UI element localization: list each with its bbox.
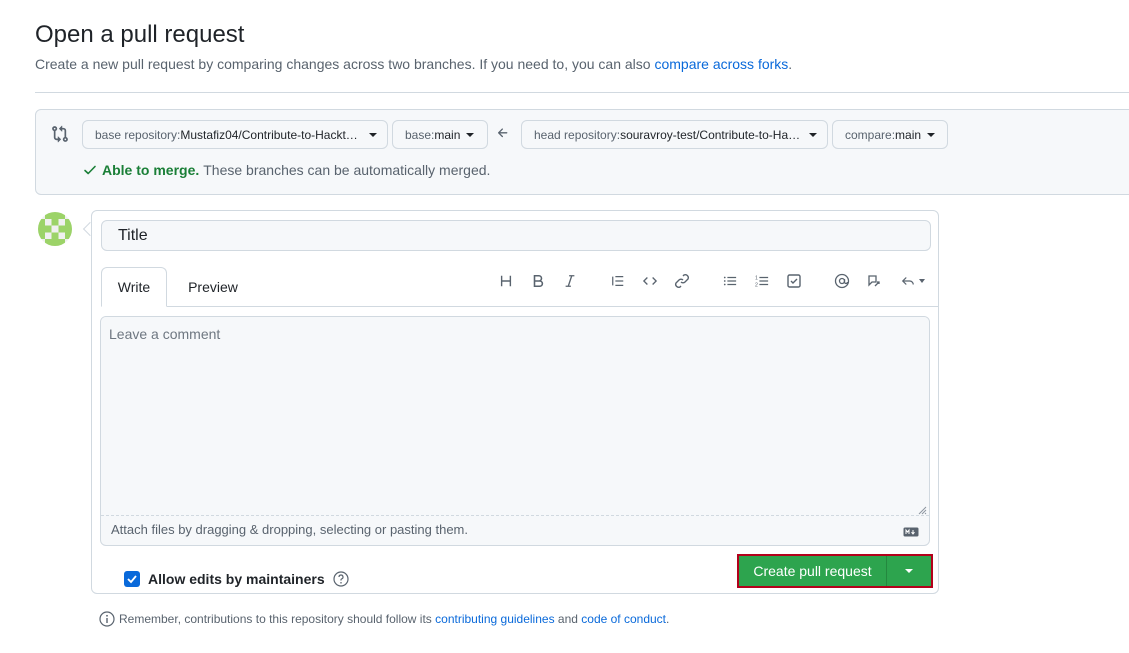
tab-preview[interactable]: Preview	[176, 267, 250, 307]
contribution-note: Remember, contributions to this reposito…	[99, 611, 669, 627]
caret-down-icon	[918, 279, 925, 283]
caret-down-icon	[905, 569, 913, 573]
avatar[interactable]	[38, 212, 72, 246]
page-subtitle: Create a new pull request by comparing c…	[35, 56, 792, 72]
italic-icon[interactable]	[562, 273, 578, 289]
head-repository-value: souravroy-test/Contribute-to-Hacktoberfe…	[620, 127, 803, 142]
heading-icon[interactable]	[498, 273, 514, 289]
subtitle-text: Create a new pull request by comparing c…	[35, 56, 655, 72]
create-pull-request-button[interactable]: Create pull request	[739, 556, 887, 586]
subtitle-end: .	[788, 56, 793, 72]
svg-text:1: 1	[755, 275, 758, 281]
attach-files-text: Attach files by dragging & dropping, sel…	[111, 522, 468, 537]
reply-icon[interactable]	[898, 273, 926, 289]
svg-text:2: 2	[755, 282, 758, 288]
base-repository-label: base repository:	[95, 127, 181, 142]
head-repository-select[interactable]: head repository: souravroy-test/Contribu…	[521, 120, 828, 149]
base-branch-select[interactable]: base: main	[392, 120, 488, 149]
compare-across-forks-link[interactable]: compare across forks	[654, 56, 788, 72]
head-repository-label: head repository:	[534, 127, 621, 142]
comment-area: Attach files by dragging & dropping, sel…	[100, 316, 930, 546]
create-pull-request-group: Create pull request	[737, 554, 933, 588]
base-branch-label: base:	[405, 127, 435, 142]
merge-status-detail: These branches can be automatically merg…	[203, 162, 491, 178]
unordered-list-icon[interactable]	[722, 273, 738, 289]
check-icon	[84, 165, 96, 175]
bold-icon[interactable]	[530, 273, 546, 289]
quote-icon[interactable]	[610, 273, 626, 289]
ordered-list-icon[interactable]: 12	[754, 273, 770, 289]
tab-write[interactable]: Write	[101, 267, 167, 307]
create-options-dropdown[interactable]	[887, 556, 931, 586]
pull-request-form: Write Preview 12 Atta	[91, 210, 939, 594]
mention-icon[interactable]	[834, 273, 850, 289]
caret-down-icon	[466, 132, 475, 137]
allow-edits-label: Allow edits by maintainers	[148, 571, 325, 587]
merge-status-ok: Able to merge.	[102, 162, 200, 178]
git-compare-icon	[52, 125, 68, 143]
allow-edits-checkbox[interactable]	[124, 571, 140, 587]
code-of-conduct-link[interactable]: code of conduct	[581, 612, 666, 626]
compare-branch-select[interactable]: compare: main	[832, 120, 948, 149]
comment-textarea[interactable]	[101, 317, 929, 515]
base-repository-select[interactable]: base repository: Mustafiz04/Contribute-t…	[82, 120, 388, 149]
code-icon[interactable]	[642, 273, 658, 289]
link-icon[interactable]	[674, 273, 690, 289]
title-input[interactable]	[101, 220, 931, 251]
info-icon	[99, 611, 115, 627]
base-branch-value: main	[434, 127, 461, 142]
base-repository-value: Mustafiz04/Contribute-to-Hacktoberfest	[180, 127, 363, 142]
page-title: Open a pull request	[35, 21, 245, 48]
identicon-icon	[38, 212, 72, 246]
caret-down-icon	[809, 132, 817, 137]
compare-branch-label: compare:	[845, 127, 896, 142]
caret-down-icon	[369, 132, 377, 137]
compare-branches-box: base repository: Mustafiz04/Contribute-t…	[35, 109, 1129, 195]
arrow-left-icon	[497, 128, 508, 138]
task-list-icon[interactable]	[786, 273, 802, 289]
resize-handle-icon[interactable]	[917, 505, 927, 515]
markdown-icon[interactable]	[903, 527, 919, 537]
note-prefix: Remember, contributions to this reposito…	[119, 612, 432, 626]
attach-files-bar[interactable]: Attach files by dragging & dropping, sel…	[101, 515, 929, 545]
header-divider	[35, 92, 1129, 93]
compare-branch-value: main	[895, 127, 922, 142]
checkmark-icon	[127, 575, 137, 584]
caret-down-icon	[927, 132, 936, 137]
merge-status: Able to merge. These branches can be aut…	[82, 162, 490, 178]
question-icon[interactable]	[333, 571, 349, 587]
reference-icon[interactable]	[866, 273, 882, 289]
note-and: and	[554, 612, 582, 626]
contributing-guidelines-link[interactable]: contributing guidelines	[435, 612, 554, 626]
allow-edits-option[interactable]: Allow edits by maintainers	[124, 571, 349, 587]
note-end: .	[666, 612, 670, 626]
